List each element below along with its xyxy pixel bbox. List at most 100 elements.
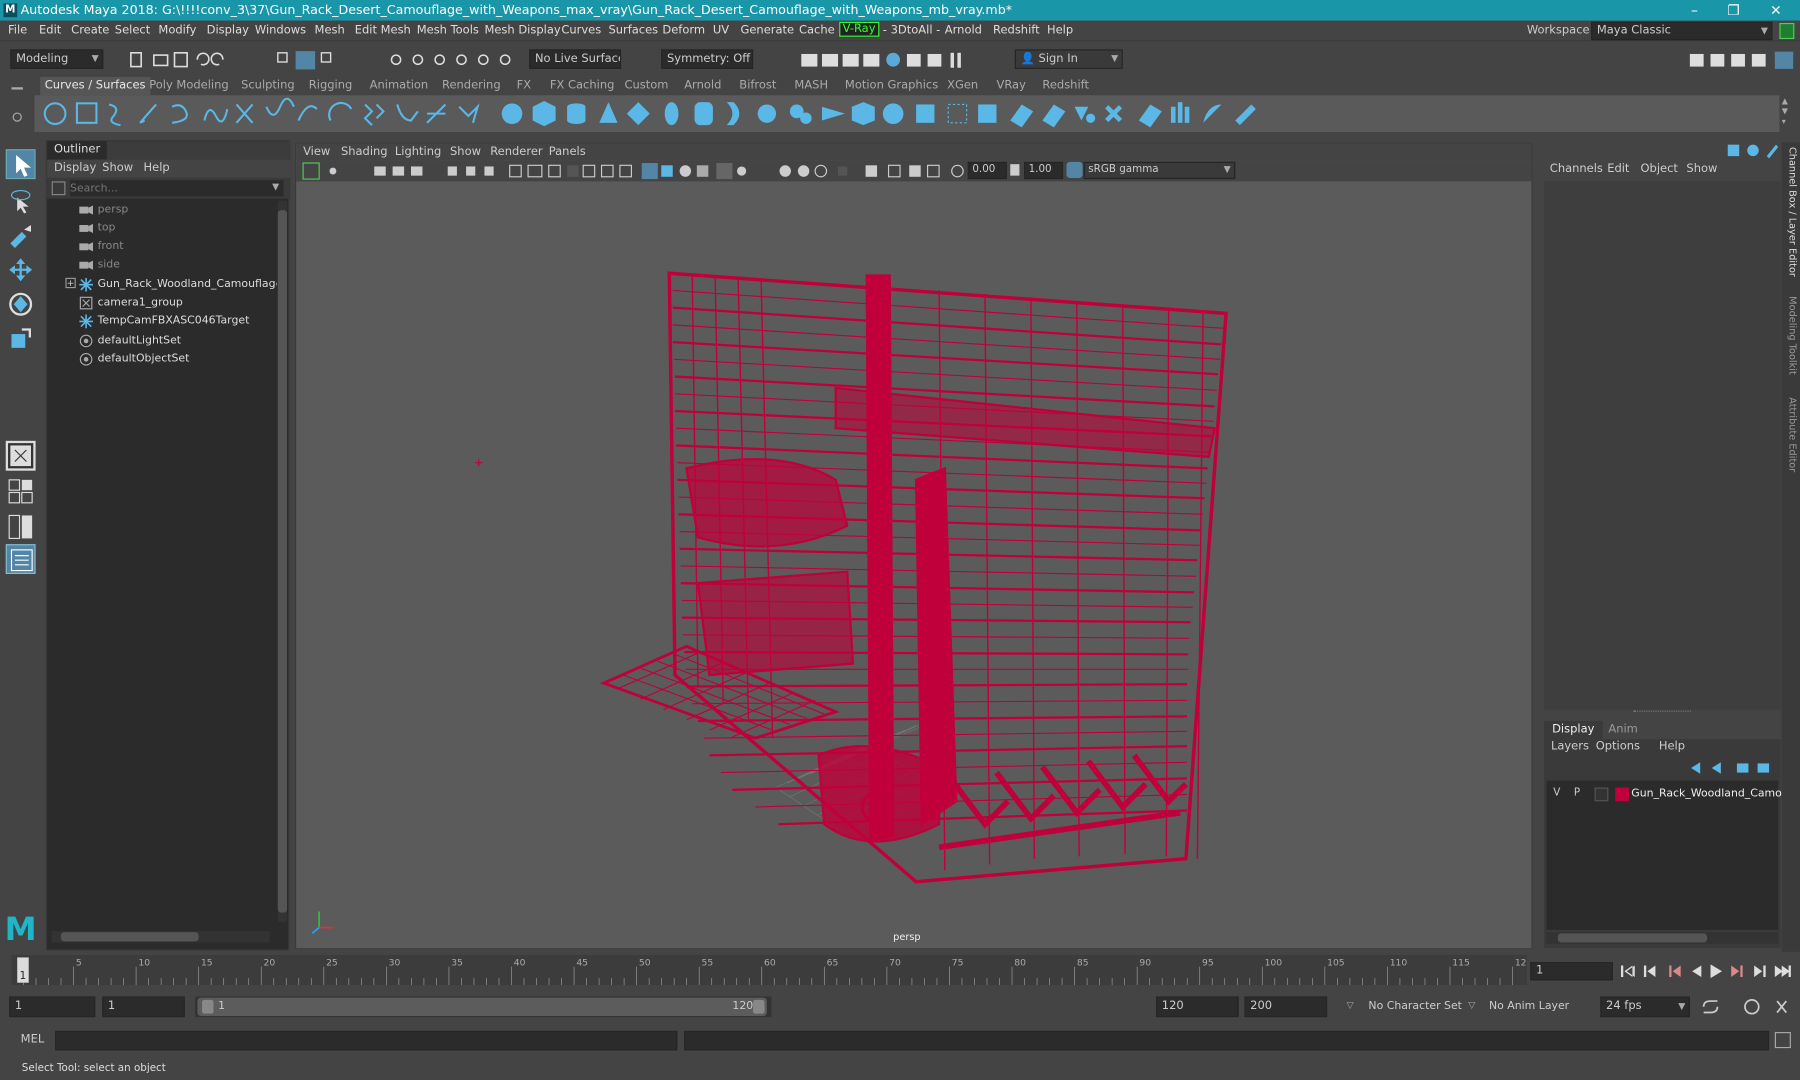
lock-icon[interactable] xyxy=(1779,22,1795,40)
shelf-tab-poly-modeling[interactable]: Poly Modeling xyxy=(149,79,228,92)
tab-channel-box-layer-editor[interactable]: Channel Box / Layer Editor xyxy=(1784,147,1797,285)
shelf-tab-redshift[interactable]: Redshift xyxy=(1042,79,1089,92)
fps-dropdown[interactable]: 24 fps ▼ xyxy=(1600,996,1690,1018)
workspace-dropdown[interactable]: Maya Classic ▼ xyxy=(1591,21,1773,41)
menu-surfaces[interactable]: Surfaces xyxy=(608,24,658,37)
outliner-item-camera1-group[interactable]: camera1_group xyxy=(47,294,277,312)
shelf-tab-custom[interactable]: Custom xyxy=(625,79,669,92)
minimize-button[interactable]: – xyxy=(1675,0,1714,21)
tab-attribute-editor[interactable]: Attribute Editor xyxy=(1784,397,1797,489)
mel-label[interactable]: MEL xyxy=(21,1033,45,1046)
range-slider[interactable]: 1 120 xyxy=(195,996,772,1018)
shelf-tab-xgen[interactable]: XGen xyxy=(947,79,978,92)
outliner-item-side[interactable]: side xyxy=(47,256,277,274)
range-start-grip[interactable] xyxy=(202,999,214,1014)
render-icons[interactable] xyxy=(794,49,978,70)
gamma-field[interactable]: 1.00 xyxy=(1024,161,1064,180)
layer-playback-toggle[interactable]: P xyxy=(1574,788,1580,799)
channel-box-menu-show[interactable]: Show xyxy=(1686,163,1717,176)
color-management-icon[interactable] xyxy=(1066,161,1083,178)
panel-splitter-handle[interactable] xyxy=(1633,710,1692,714)
sign-in-button[interactable]: 👤 Sign In ▼ xyxy=(1014,49,1123,69)
menu-cache[interactable]: Cache xyxy=(799,24,835,37)
layer-row[interactable]: V P Gun_Rack_Woodland_Camoufl xyxy=(1546,785,1796,803)
character-set-dropdown[interactable]: No Character Set xyxy=(1364,996,1467,1017)
shelf-tab-vray[interactable]: VRay xyxy=(996,79,1025,92)
select-tool-icon[interactable] xyxy=(5,149,36,180)
menu-file[interactable]: File xyxy=(8,24,27,37)
menu-create[interactable]: Create xyxy=(71,24,109,37)
menu-modify[interactable]: Modify xyxy=(158,24,196,37)
close-button[interactable]: ✕ xyxy=(1756,0,1795,21)
viewport-menu-renderer[interactable]: Renderer xyxy=(490,146,542,159)
shelf-tab-bifrost[interactable]: Bifrost xyxy=(739,79,776,92)
outliner-title[interactable]: Outliner xyxy=(47,141,108,160)
outliner-menu-show[interactable]: Show xyxy=(102,162,133,175)
playback-start-field[interactable]: 1 xyxy=(102,996,185,1018)
shelf-tab-curves-surfaces[interactable]: Curves / Surfaces xyxy=(40,76,151,96)
menu-3dtoall[interactable]: - 3DtoAll - xyxy=(883,24,940,37)
menu-set-dropdown[interactable]: Modeling ▼ xyxy=(10,49,104,69)
chevron-down-icon[interactable]: ▽ xyxy=(1347,1000,1354,1010)
menu-arnold[interactable]: Arnold xyxy=(945,24,982,37)
shelf-tab-fx-caching[interactable]: FX Caching xyxy=(550,79,615,92)
layer-action-icons[interactable] xyxy=(1686,760,1778,776)
layer-menu-help[interactable]: Help xyxy=(1659,740,1685,753)
outliner-item-persp[interactable]: persp xyxy=(47,201,277,219)
menu-edit[interactable]: Edit xyxy=(39,24,61,37)
menu-mesh-display[interactable]: Mesh Display xyxy=(484,24,560,37)
shelf-tab-rigging[interactable]: Rigging xyxy=(309,79,352,92)
playback-options-icons[interactable] xyxy=(1699,996,1795,1017)
menu-windows[interactable]: Windows xyxy=(255,24,306,37)
viewport-menu-shading[interactable]: Shading xyxy=(341,146,388,159)
layer-tab-display[interactable]: Display xyxy=(1544,720,1603,740)
outliner-item-top[interactable]: top xyxy=(47,219,277,237)
outliner-item-front[interactable]: front xyxy=(47,238,277,256)
layer-menu-options[interactable]: Options xyxy=(1596,740,1640,753)
layout-icons[interactable] xyxy=(1685,49,1800,70)
menu-edit-mesh[interactable]: Edit Mesh xyxy=(355,24,411,37)
outliner-menu-display[interactable]: Display xyxy=(54,162,96,175)
chevron-down-icon[interactable]: ▼ xyxy=(272,181,279,191)
menu-deform[interactable]: Deform xyxy=(662,24,705,37)
shelf-options-icon[interactable] xyxy=(9,80,25,132)
menu-vray[interactable]: V-Ray xyxy=(839,21,879,37)
end-time-field[interactable]: 200 xyxy=(1244,996,1328,1018)
viewport-toolbar-icons[interactable] xyxy=(301,162,967,180)
command-input[interactable] xyxy=(55,1030,678,1051)
outliner-horizontal-scrollbar[interactable] xyxy=(51,931,270,943)
shelf-tab-mash[interactable]: MASH xyxy=(794,79,828,92)
menu-help[interactable]: Help xyxy=(1047,24,1073,37)
shelf-tab-rendering[interactable]: Rendering xyxy=(442,79,501,92)
four-pane-layout-icon[interactable] xyxy=(6,476,36,506)
range-slider-handle[interactable]: 1 120 xyxy=(197,997,767,1016)
viewport-menu-view[interactable]: View xyxy=(303,146,330,159)
layer-visibility-toggle[interactable]: V xyxy=(1553,788,1560,799)
viewport-menu-panels[interactable]: Panels xyxy=(549,146,586,159)
start-time-field[interactable]: 1 xyxy=(9,996,96,1018)
outliner-menu-help[interactable]: Help xyxy=(144,162,170,175)
shelf-tab-motion-graphics[interactable]: Motion Graphics xyxy=(845,79,938,92)
tab-modeling-toolkit[interactable]: Modeling Toolkit xyxy=(1784,296,1797,388)
channel-box-menu-channels[interactable]: Channels xyxy=(1550,163,1603,176)
viewport-canvas[interactable] xyxy=(296,181,1531,948)
single-pane-layout-icon[interactable] xyxy=(5,440,36,471)
time-ruler[interactable]: 5 10 15 20 25 30 35 40 45 50 55 60 65 70 75 80 85 90 95 100… xyxy=(11,955,1527,985)
viewport-menu-show[interactable]: Show xyxy=(450,146,481,159)
exposure-field[interactable]: 0.00 xyxy=(967,161,1007,180)
channel-box-header-icons[interactable] xyxy=(1725,142,1780,159)
outliner-item-gun-rack[interactable]: + Gun_Rack_Woodland_Camouflage_w xyxy=(47,276,277,294)
outliner-item-default-object-set[interactable]: defaultObjectSet xyxy=(47,350,277,368)
live-surface-field[interactable]: No Live Surface xyxy=(529,49,622,69)
outliner-item-default-light-set[interactable]: defaultLightSet xyxy=(47,332,277,350)
shelf-tab-sculpting[interactable]: Sculpting xyxy=(241,79,295,92)
menu-uv[interactable]: UV xyxy=(713,24,729,37)
layer-color-swatch[interactable] xyxy=(1615,787,1630,802)
menu-mesh[interactable]: Mesh xyxy=(315,24,345,37)
menu-display[interactable]: Display xyxy=(207,24,249,37)
menu-select[interactable]: Select xyxy=(115,24,150,37)
layer-menu-layers[interactable]: Layers xyxy=(1551,740,1589,753)
scale-tool-icon[interactable] xyxy=(6,324,36,354)
current-time-marker[interactable]: 1 xyxy=(17,957,29,983)
playback-controls[interactable] xyxy=(1619,962,1793,980)
